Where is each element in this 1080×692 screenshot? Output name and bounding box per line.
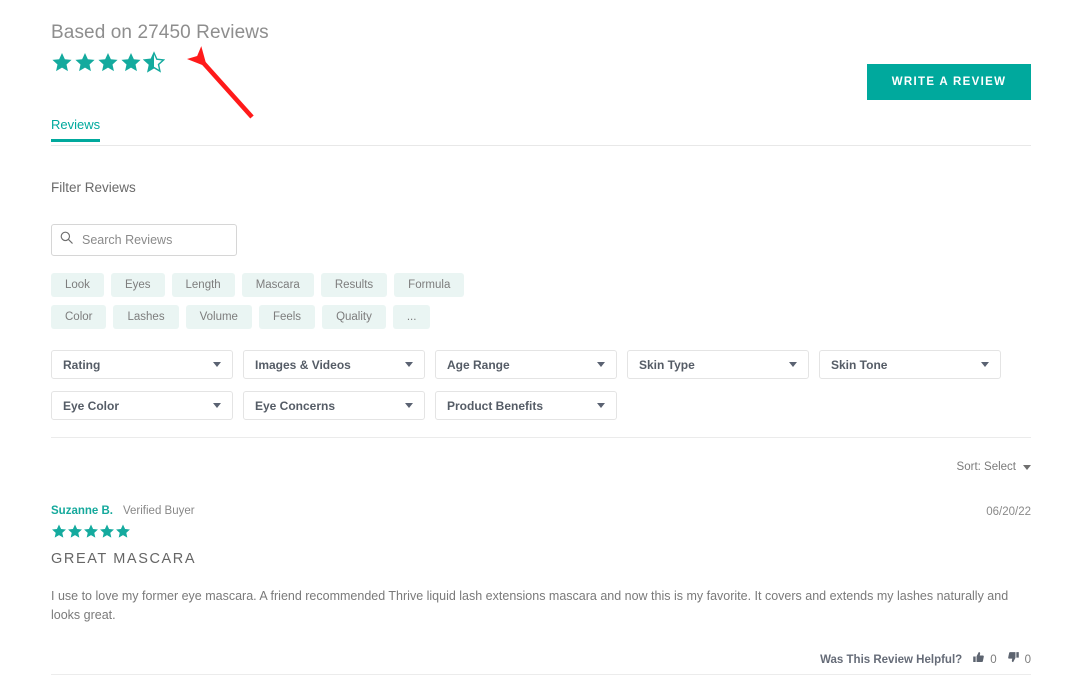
filter-tag-more[interactable]: ... (392, 305, 431, 329)
review-item: Suzanne B. Verified Buyer 06/20/22 Great… (51, 505, 1031, 669)
thumbs-up-icon (972, 651, 985, 669)
review-body: I use to love my former eye mascara. A f… (51, 589, 1009, 622)
filter-tag-quality[interactable]: Quality (322, 305, 386, 329)
filter-tag-list: Look Eyes Length Mascara Results Formula Color… (51, 273, 571, 337)
reviewer-name[interactable]: Suzanne B. (51, 505, 113, 517)
tab-reviews[interactable]: Reviews (51, 117, 101, 142)
filter-tag-lashes[interactable]: Lashes (113, 305, 179, 329)
chevron-down-icon (981, 362, 989, 367)
star-icon (74, 51, 96, 73)
review-divider (51, 674, 1031, 675)
filter-tag-color[interactable]: Color (51, 305, 107, 329)
chevron-down-icon (405, 403, 413, 408)
dropdown-rating[interactable]: Rating (51, 350, 233, 379)
chevron-down-icon (597, 403, 605, 408)
dropdown-label: Age Range (447, 357, 510, 372)
thumbs-down-count: 0 (1024, 653, 1031, 666)
dropdown-label: Rating (63, 357, 101, 372)
filter-tag-length[interactable]: Length (171, 273, 235, 297)
star-icon (51, 523, 67, 539)
chevron-down-icon (213, 403, 221, 408)
dropdown-label: Skin Type (639, 357, 695, 372)
review-rating-stars (51, 523, 1031, 539)
tab-bar-divider (51, 145, 1031, 146)
helpful-label: Was This Review Helpful? (820, 653, 963, 666)
star-icon (120, 51, 142, 73)
sort-select[interactable]: Sort: Select (957, 461, 1031, 473)
star-icon (51, 51, 73, 73)
chevron-down-icon (1023, 464, 1031, 470)
dropdown-label: Eye Concerns (255, 398, 336, 413)
filter-tag-feels[interactable]: Feels (258, 305, 316, 329)
filter-tag-results[interactable]: Results (320, 273, 388, 297)
dropdown-label: Skin Tone (831, 357, 888, 372)
thumbs-down-icon (1007, 651, 1020, 669)
reviews-page: Based on 27450 Reviews Write a Review Re… (0, 0, 1080, 692)
filter-tag-row: Look Eyes Length Mascara Results Formula (51, 273, 571, 297)
review-helpful-row: Was This Review Helpful? 0 0 (51, 651, 1031, 669)
thumbs-up-count: 0 (990, 653, 997, 666)
thumbs-down-vote[interactable]: 0 (1007, 651, 1031, 669)
verified-buyer-badge: Verified Buyer (122, 505, 195, 517)
tab-bar: Reviews (51, 116, 1031, 142)
write-a-review-button[interactable]: Write a Review (867, 64, 1031, 100)
filter-tag-row: Color Lashes Volume Feels Quality... (51, 305, 571, 329)
dropdown-eye-color[interactable]: Eye Color (51, 391, 233, 420)
search-reviews-box[interactable] (51, 224, 237, 256)
chevron-down-icon (405, 362, 413, 367)
chevron-down-icon (213, 362, 221, 367)
filter-dropdown-row: Eye Color Eye Concerns Product Benefits (51, 391, 1031, 420)
dropdown-skin-type[interactable]: Skin Type (627, 350, 809, 379)
review-header: Suzanne B. Verified Buyer 06/20/22 (51, 505, 1031, 518)
star-icon (67, 523, 83, 539)
star-icon (115, 523, 131, 539)
star-icon (97, 51, 119, 73)
filter-reviews-heading: Filter Reviews (51, 180, 136, 195)
filters-divider (51, 437, 1031, 438)
filter-dropdown-list: Rating Images & Videos Age Range Skin Type S… (51, 350, 1031, 432)
chevron-down-icon (597, 362, 605, 367)
review-summary: Based on 27450 Reviews (51, 22, 269, 74)
review-date: 06/20/22 (986, 506, 1031, 518)
average-rating-stars (51, 50, 269, 74)
dropdown-images-videos[interactable]: Images & Videos (243, 350, 425, 379)
review-title: Great Mascara (51, 551, 197, 567)
dropdown-label: Product Benefits (447, 398, 544, 413)
dropdown-product-benefits[interactable]: Product Benefits (435, 391, 617, 420)
filter-tag-volume[interactable]: Volume (185, 305, 252, 329)
star-icon (99, 523, 115, 539)
dropdown-label: Eye Color (63, 398, 120, 413)
filter-tag-look[interactable]: Look (51, 273, 104, 297)
filter-dropdown-row: Rating Images & Videos Age Range Skin Type S… (51, 350, 1031, 379)
search-icon (60, 231, 73, 249)
dropdown-age-range[interactable]: Age Range (435, 350, 617, 379)
page-title: Based on 27450 Reviews (51, 22, 269, 43)
chevron-down-icon (789, 362, 797, 367)
filter-tag-mascara[interactable]: Mascara (241, 273, 314, 297)
star-icon (83, 523, 99, 539)
thumbs-up-vote[interactable]: 0 (972, 651, 997, 669)
dropdown-eye-concerns[interactable]: Eye Concerns (243, 391, 425, 420)
search-input[interactable] (80, 232, 228, 248)
filter-tag-eyes[interactable]: Eyes (110, 273, 165, 297)
dropdown-skin-tone[interactable]: Skin Tone (819, 350, 1001, 379)
sort-label: Sort: Select (956, 461, 1016, 473)
star-icon (143, 51, 165, 73)
filter-tag-formula[interactable]: Formula (394, 273, 465, 297)
dropdown-label: Images & Videos (255, 357, 351, 372)
